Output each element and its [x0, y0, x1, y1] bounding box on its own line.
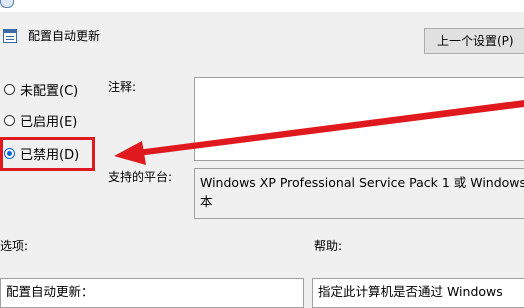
red-arrow-shaft [129, 100, 524, 157]
red-arrow [114, 100, 524, 165]
red-arrow-head [114, 141, 146, 165]
